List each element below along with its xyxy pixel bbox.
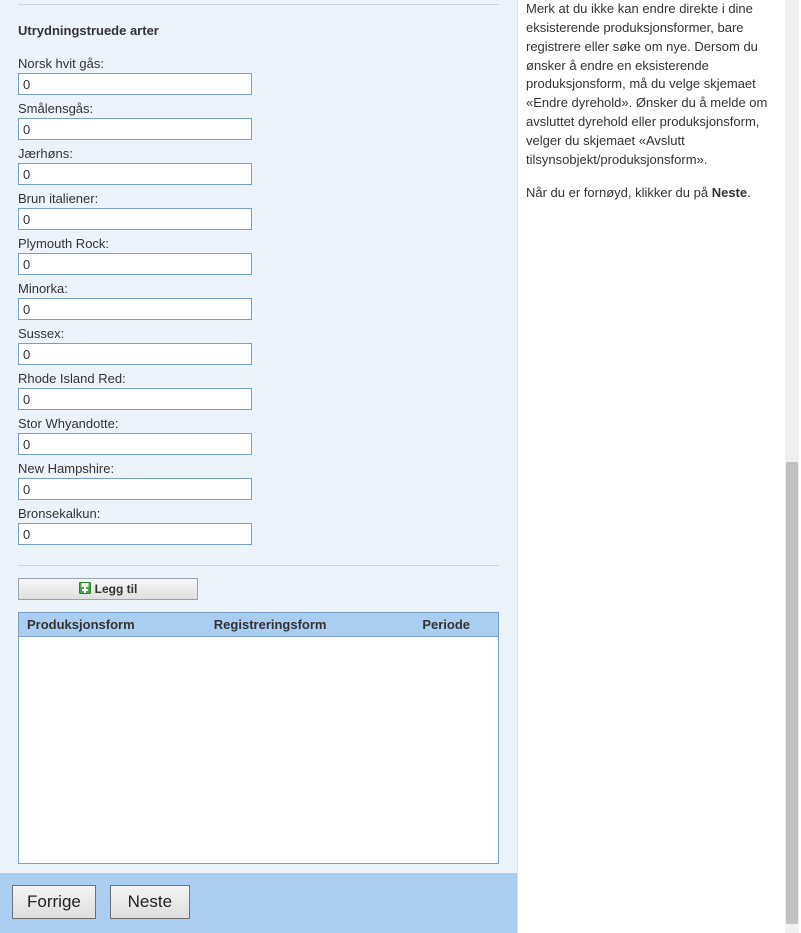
field-row: Bronsekalkun: bbox=[18, 506, 499, 545]
col-periode: Periode bbox=[397, 613, 498, 637]
add-button-row: Legg til bbox=[0, 578, 517, 600]
field-label: Plymouth Rock: bbox=[18, 236, 499, 251]
field-row: Stor Whyandotte: bbox=[18, 416, 499, 455]
production-table: Produksjonsform Registreringsform Period… bbox=[18, 612, 499, 864]
field-row: New Hampshire: bbox=[18, 461, 499, 500]
field-label: Sussex: bbox=[18, 326, 499, 341]
sussex-input[interactable] bbox=[18, 343, 252, 365]
plymouth-rock-input[interactable] bbox=[18, 253, 252, 275]
field-label: Smålensgås: bbox=[18, 101, 499, 116]
help-paragraph-2: Når du er fornøyd, klikker du på Neste. bbox=[526, 184, 770, 203]
next-button[interactable]: Neste bbox=[110, 885, 190, 919]
help-paragraph-1: Merk at du ikke kan endre direkte i dine… bbox=[526, 0, 770, 170]
divider bbox=[18, 565, 499, 566]
scrollbar-thumb[interactable] bbox=[786, 462, 798, 924]
rhode-island-red-input[interactable] bbox=[18, 388, 252, 410]
field-row: Norsk hvit gås: bbox=[18, 56, 499, 95]
field-label: Rhode Island Red: bbox=[18, 371, 499, 386]
bronsekalkun-input[interactable] bbox=[18, 523, 252, 545]
disk-plus-icon bbox=[79, 582, 91, 597]
field-row: Brun italiener: bbox=[18, 191, 499, 230]
footer-bar: Forrige Neste bbox=[0, 873, 517, 933]
norsk-hvit-gas-input[interactable] bbox=[18, 73, 252, 95]
field-label: Stor Whyandotte: bbox=[18, 416, 499, 431]
field-row: Plymouth Rock: bbox=[18, 236, 499, 275]
stor-whyandotte-input[interactable] bbox=[18, 433, 252, 455]
col-produksjonsform: Produksjonsform bbox=[19, 613, 206, 637]
field-label: New Hampshire: bbox=[18, 461, 499, 476]
prev-button[interactable]: Forrige bbox=[12, 885, 96, 919]
minorka-input[interactable] bbox=[18, 298, 252, 320]
field-label: Jærhøns: bbox=[18, 146, 499, 161]
new-hampshire-input[interactable] bbox=[18, 478, 252, 500]
main-column: Utrydningstruede arter Norsk hvit gås: S… bbox=[0, 0, 518, 933]
field-row: Sussex: bbox=[18, 326, 499, 365]
field-label: Norsk hvit gås: bbox=[18, 56, 499, 71]
jaerhons-input[interactable] bbox=[18, 163, 252, 185]
field-row: Rhode Island Red: bbox=[18, 371, 499, 410]
brun-italiener-input[interactable] bbox=[18, 208, 252, 230]
smalensgas-input[interactable] bbox=[18, 118, 252, 140]
field-label: Brun italiener: bbox=[18, 191, 499, 206]
form-section: Utrydningstruede arter Norsk hvit gås: S… bbox=[0, 4, 517, 551]
scrollbar-track[interactable] bbox=[785, 0, 799, 933]
col-registreringsform: Registreringsform bbox=[206, 613, 398, 637]
field-label: Minorka: bbox=[18, 281, 499, 296]
help-panel: Merk at du ikke kan endre direkte i dine… bbox=[518, 0, 780, 933]
field-row: Jærhøns: bbox=[18, 146, 499, 185]
add-button-label: Legg til bbox=[95, 582, 138, 596]
add-button[interactable]: Legg til bbox=[18, 578, 198, 600]
section-title: Utrydningstruede arter bbox=[18, 4, 499, 38]
field-row: Smålensgås: bbox=[18, 101, 499, 140]
field-row: Minorka: bbox=[18, 281, 499, 320]
field-label: Bronsekalkun: bbox=[18, 506, 499, 521]
